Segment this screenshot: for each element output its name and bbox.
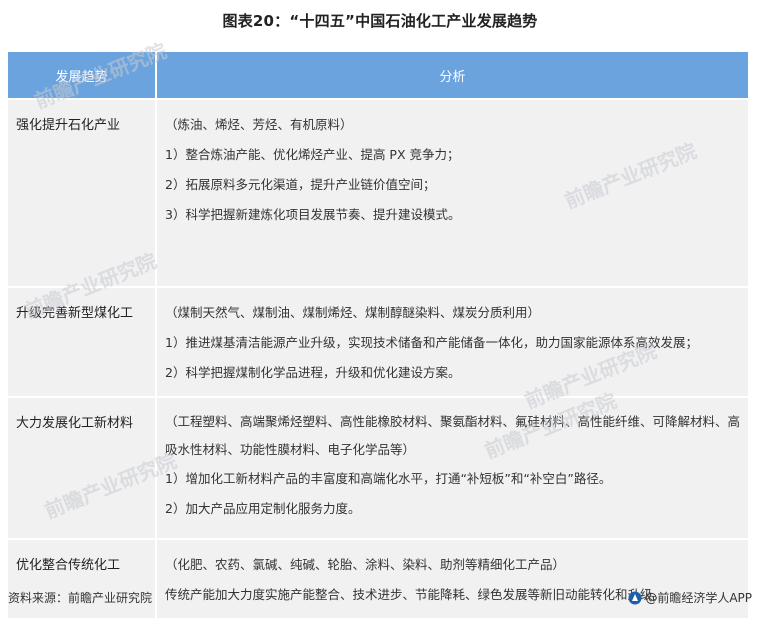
header-trend: 发展趋势 (8, 52, 157, 98)
row-analysis: （化肥、农药、氯碱、纯碱、轮胎、涂料、染料、助剂等精细化工产品） 传统产能加大力… (157, 540, 748, 618)
analysis-line: 2）拓展原料多元化渠道，提升产业链价值空间； (165, 177, 436, 192)
analysis-line: 1）整合炼油产能、优化烯烃产业、提高 PX 竞争力； (165, 147, 460, 162)
qianzhan-logo-icon (628, 591, 642, 604)
analysis-line: 2）科学把握煤制化学品进程，升级和优化建设方案。 (165, 365, 461, 380)
row-analysis: （工程塑料、高端聚烯烃塑料、高性能橡胶材料、聚氨酯材料、氟硅材料、高性能纤维、可… (157, 398, 748, 532)
analysis-line: 1）推进煤基清洁能源产业升级，实现技术储备和产能储备一体化，助力国家能源体系高效… (165, 335, 698, 350)
table-row: 优化整合传统化工 （化肥、农药、氯碱、纯碱、轮胎、涂料、染料、助剂等精细化工产品… (8, 540, 748, 618)
table-row: 大力发展化工新材料 （工程塑料、高端聚烯烃塑料、高性能橡胶材料、聚氨酯材料、氟硅… (8, 398, 748, 538)
row-topic: 大力发展化工新材料 (16, 416, 134, 431)
source-note: 资料来源：前瞻产业研究院 (8, 591, 153, 605)
analysis-line: （工程塑料、高端聚烯烃塑料、高性能橡胶材料、聚氨酯材料、氟硅材料、高性能纤维、可… (165, 414, 741, 457)
analysis-line: 2）加大产品应用定制化服务力度。 (165, 501, 361, 516)
row-topic: 强化提升石化产业 (16, 118, 121, 133)
row-topic: 优化整合传统化工 (16, 558, 121, 573)
brand-credit: @前瞻经济学人APP (628, 589, 752, 606)
table-row: 升级完善新型煤化工 （煤制天然气、煤制油、煤制烯烃、煤制醇醚染料、煤炭分质利用）… (8, 288, 748, 396)
analysis-line: （炼油、烯烃、芳烃、有机原料） (165, 117, 353, 132)
analysis-line: 1）增加化工新材料产品的丰富度和高端化水平，打通“补短板”和“补空白”路径。 (165, 471, 612, 486)
analysis-line: 3）科学把握新建炼化项目发展节奏、提升建设模式。 (165, 207, 461, 222)
chart-title: 图表20：“十四五”中国石油化工产业发展趋势 (222, 12, 538, 30)
analysis-line: （煤制天然气、煤制油、煤制烯烃、煤制醇醚染料、煤炭分质利用） (165, 305, 541, 320)
table-row: 强化提升石化产业 （炼油、烯烃、芳烃、有机原料） 1）整合炼油产能、优化烯烃产业… (8, 100, 748, 286)
row-analysis: （炼油、烯烃、芳烃、有机原料） 1）整合炼油产能、优化烯烃产业、提高 PX 竞争… (157, 100, 748, 238)
brand-label: @前瞻经济学人APP (645, 591, 752, 605)
header-analysis: 分析 (156, 52, 748, 98)
row-topic: 升级完善新型煤化工 (16, 306, 134, 321)
analysis-line: （化肥、农药、氯碱、纯碱、轮胎、涂料、染料、助剂等精细化工产品） (165, 557, 566, 572)
trend-table: 发展趋势 分析 强化提升石化产业 （炼油、烯烃、芳烃、有机原料） 1）整合炼油产… (8, 52, 748, 618)
table-header-row: 发展趋势 分析 (8, 52, 748, 98)
row-analysis: （煤制天然气、煤制油、煤制烯烃、煤制醇醚染料、煤炭分质利用） 1）推进煤基清洁能… (157, 288, 748, 396)
